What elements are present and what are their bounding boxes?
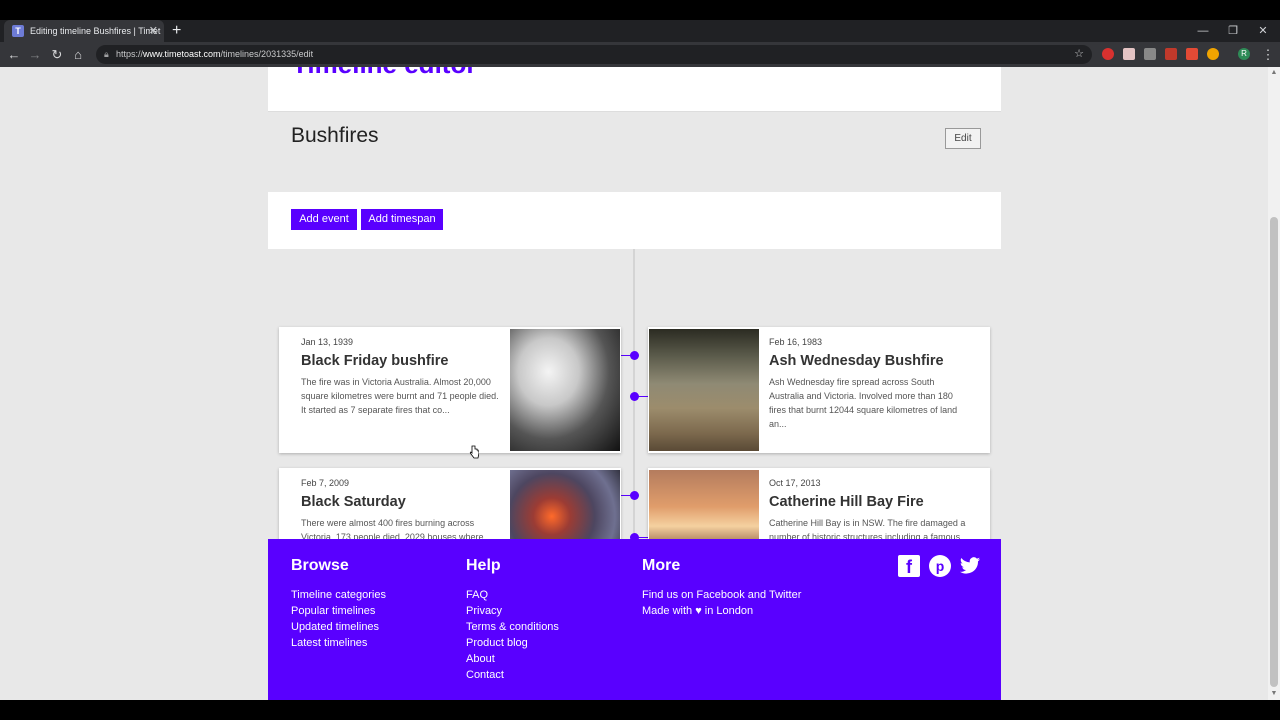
event-title[interactable]: Catherine Hill Bay Fire [769, 494, 971, 510]
site-footer: Browse Timeline categories Popular timel… [268, 539, 1001, 700]
extension-5-icon[interactable] [1186, 48, 1198, 60]
event-text: Feb 16, 1983 Ash Wednesday Bushfire Ash … [769, 337, 971, 431]
footer-browse: Browse Timeline categories Popular timel… [291, 557, 386, 651]
profile-avatar[interactable]: R [1238, 48, 1250, 60]
add-timespan-button[interactable]: Add timespan [361, 209, 443, 230]
footer-link[interactable]: About [466, 651, 559, 667]
restore-icon[interactable]: ❐ [1218, 20, 1248, 42]
timeline-dot [630, 491, 639, 500]
extension-2-icon[interactable] [1123, 48, 1135, 60]
url-host: www.timetoast.com [143, 49, 221, 59]
web-viewport: Timeline editor Bushfires Edit Add event… [0, 67, 1268, 700]
add-event-button[interactable]: Add event [291, 209, 357, 230]
url-scheme: https:// [116, 49, 144, 59]
event-date: Oct 17, 2013 [769, 478, 821, 488]
extension-3-icon[interactable] [1144, 48, 1156, 60]
timeline-header: Bushfires Edit [268, 112, 1001, 192]
home-icon[interactable]: ⌂ [68, 42, 88, 67]
footer-heading: Browse [291, 557, 349, 574]
event-card-black-friday[interactable]: Jan 13, 1939 Black Friday bushfire The f… [279, 327, 621, 453]
tab-strip: T Editing timeline Bushfires | Timet ✕ +… [0, 20, 1280, 42]
pinterest-icon[interactable]: p [929, 555, 951, 577]
made-with-suffix: in London [704, 605, 754, 617]
event-title[interactable]: Ash Wednesday Bushfire [769, 353, 971, 369]
event-date: Feb 7, 2009 [301, 478, 350, 488]
footer-heading: More [642, 557, 681, 574]
browser-toolbar: ← → ↻ ⌂ 🔒︎ https://www.timetoast.com/tim… [0, 42, 1280, 67]
editor-header: Timeline editor [268, 67, 1001, 112]
footer-link[interactable]: Product blog [466, 635, 559, 651]
close-window-icon[interactable]: ✕ [1248, 20, 1278, 42]
back-icon[interactable]: ← [4, 42, 24, 67]
footer-link[interactable]: Contact [466, 667, 559, 683]
timetoast-favicon-icon: T [12, 25, 24, 37]
scrollbar-thumb[interactable] [1270, 217, 1278, 687]
bottom-bar [0, 700, 1280, 720]
footer-link[interactable]: Popular timelines [291, 603, 386, 619]
facebook-icon[interactable]: f [898, 555, 920, 577]
edit-timeline-button[interactable]: Edit [945, 128, 981, 149]
new-tab-icon[interactable]: + [172, 20, 181, 42]
page-container: Timeline editor Bushfires Edit Add event… [268, 67, 1001, 700]
editor-title: Timeline editor [292, 67, 476, 80]
extension-1-icon[interactable] [1102, 48, 1114, 60]
footer-heading: Help [466, 557, 501, 574]
event-date: Feb 16, 1983 [769, 337, 823, 347]
tab-title: Editing timeline Bushfires | Timet [30, 26, 161, 36]
footer-more: More Find us on Facebook and Twitter Mad… [642, 557, 801, 619]
twitter-icon[interactable] [959, 555, 981, 577]
browser-tab[interactable]: T Editing timeline Bushfires | Timet ✕ [4, 20, 164, 42]
made-with-prefix: Made with [642, 605, 693, 617]
event-text: Jan 13, 1939 Black Friday bushfire The f… [301, 337, 503, 417]
extension-6-icon[interactable] [1207, 48, 1219, 60]
hand-cursor-icon [469, 445, 479, 459]
footer-link[interactable]: Privacy [466, 603, 559, 619]
made-with-text: Made with ♥ in London [642, 603, 801, 619]
lock-icon: 🔒︎ [104, 49, 109, 59]
bookmark-star-icon[interactable]: ☆ [1074, 45, 1084, 64]
footer-link[interactable]: FAQ [466, 587, 559, 603]
find-us-link[interactable]: Find us on Facebook and Twitter [642, 587, 801, 603]
footer-link[interactable]: Timeline categories [291, 587, 386, 603]
scroll-down-icon[interactable]: ▼ [1268, 688, 1280, 700]
heart-icon: ♥ [695, 605, 702, 617]
footer-link[interactable]: Latest timelines [291, 635, 386, 651]
event-description: The fire was in Victoria Australia. Almo… [301, 377, 499, 415]
address-bar[interactable]: 🔒︎ https://www.timetoast.com/timelines/2… [96, 45, 1092, 64]
timeline-events: Jan 13, 1939 Black Friday bushfire The f… [268, 249, 1001, 594]
timeline-title: Bushfires [291, 124, 379, 147]
page-scrollbar[interactable]: ▲ ▼ [1268, 67, 1280, 700]
timeline-dot [630, 351, 639, 360]
pdf-extension-icon[interactable] [1165, 48, 1177, 60]
footer-link[interactable]: Terms & conditions [466, 619, 559, 635]
event-image[interactable] [510, 329, 620, 451]
footer-help: Help FAQ Privacy Terms & conditions Prod… [466, 557, 559, 683]
event-title[interactable]: Black Friday bushfire [301, 353, 503, 369]
event-image[interactable] [649, 329, 759, 451]
event-date: Jan 13, 1939 [301, 337, 354, 347]
action-bar: Add event Add timespan [268, 192, 1001, 249]
event-card-ash-wednesday[interactable]: Feb 16, 1983 Ash Wednesday Bushfire Ash … [648, 327, 990, 453]
minimize-icon[interactable]: — [1188, 20, 1218, 42]
event-description: Ash Wednesday fire spread across South A… [769, 377, 958, 429]
reload-icon[interactable]: ↻ [47, 42, 67, 67]
window-titlebar [0, 0, 1280, 20]
forward-icon[interactable]: → [25, 42, 45, 67]
close-tab-icon[interactable]: ✕ [149, 20, 158, 42]
scroll-up-icon[interactable]: ▲ [1268, 67, 1280, 79]
timeline-dot [630, 392, 639, 401]
url-path: /timelines/2031335/edit [220, 49, 314, 59]
event-title[interactable]: Black Saturday [301, 494, 503, 510]
footer-link[interactable]: Updated timelines [291, 619, 386, 635]
browser-menu-icon[interactable]: ⋮ [1258, 42, 1278, 67]
